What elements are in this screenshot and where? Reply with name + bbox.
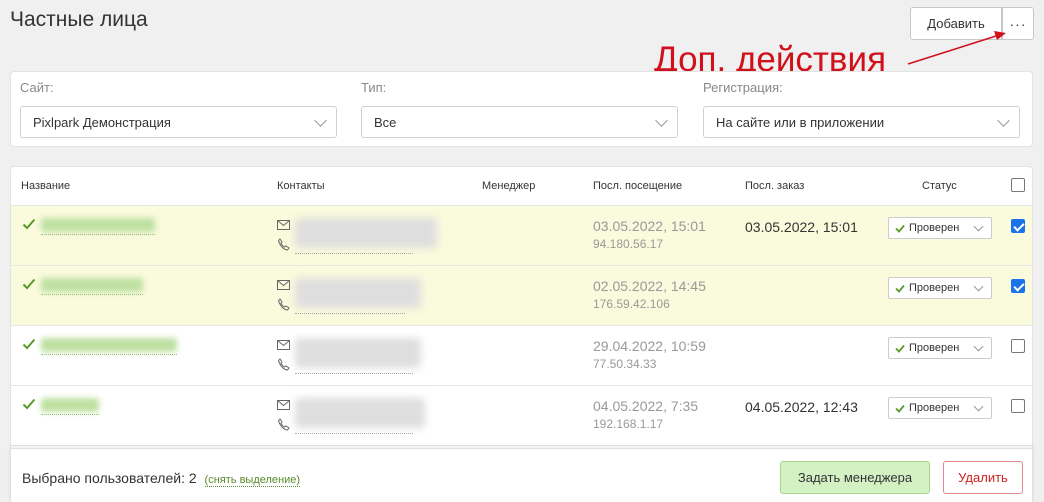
last-order: 04.05.2022, 12:43 xyxy=(745,399,858,415)
contacts-underline xyxy=(295,253,413,254)
row-checkbox[interactable] xyxy=(1011,399,1025,413)
more-actions-button[interactable]: ··· xyxy=(1002,7,1034,40)
user-name-link[interactable] xyxy=(41,398,99,412)
status-dropdown[interactable]: Проверен xyxy=(888,337,992,359)
selected-count-text: Выбрано пользователей: 2 xyxy=(22,470,197,486)
status-check-icon xyxy=(895,224,905,233)
selection-summary: Выбрано пользователей: 2 (снять выделени… xyxy=(22,470,301,487)
registration-filter: Регистрация: На сайте или в приложении xyxy=(703,80,1020,138)
visit-date: 02.05.2022, 14:45 xyxy=(593,278,706,294)
last-order: 03.05.2022, 15:01 xyxy=(745,219,858,235)
site-filter: Сайт: Pixlpark Демонстрация xyxy=(20,80,337,138)
verified-check-icon xyxy=(22,218,36,230)
assign-manager-button[interactable]: Задать менеджера xyxy=(780,461,930,494)
mail-icon xyxy=(277,340,290,350)
user-name-link[interactable] xyxy=(41,278,143,292)
row-checkbox[interactable] xyxy=(1011,339,1025,353)
column-last-visit[interactable]: Посл. посещение xyxy=(593,180,682,192)
phone-icon xyxy=(277,238,290,251)
contacts-link[interactable] xyxy=(295,398,425,428)
column-manager[interactable]: Менеджер xyxy=(482,180,535,192)
chevron-down-icon xyxy=(997,114,1010,127)
row-checkbox[interactable] xyxy=(1011,219,1025,233)
user-name-link[interactable] xyxy=(41,338,177,352)
mail-icon xyxy=(277,280,290,290)
selection-footer: Выбрано пользователей: 2 (снять выделени… xyxy=(10,448,1033,502)
visit-ip: 94.180.56.17 xyxy=(593,237,664,251)
site-select-value: Pixlpark Демонстрация xyxy=(33,114,171,130)
verified-check-icon xyxy=(22,278,36,290)
site-select[interactable]: Pixlpark Демонстрация xyxy=(20,106,337,138)
chevron-down-icon xyxy=(314,114,327,127)
status-label: Проверен xyxy=(909,402,960,414)
status-check-icon xyxy=(895,404,905,413)
registration-select[interactable]: На сайте или в приложении xyxy=(703,106,1020,138)
filters-panel: Сайт: Pixlpark Демонстрация Тип: Все Рег… xyxy=(10,71,1033,147)
last-visit: 03.05.2022, 15:01 94.180.56.17 xyxy=(593,218,706,251)
visit-date: 29.04.2022, 10:59 xyxy=(593,338,706,354)
type-select[interactable]: Все xyxy=(361,106,678,138)
last-visit: 02.05.2022, 14:45 176.59.42.106 xyxy=(593,278,706,311)
contacts-link[interactable] xyxy=(295,218,437,248)
table-row[interactable]: 02.05.2022, 14:45 176.59.42.106 Проверен xyxy=(11,266,1032,326)
status-check-icon xyxy=(895,284,905,293)
delete-button[interactable]: Удалить xyxy=(943,461,1023,494)
deselect-link[interactable]: (снять выделение) xyxy=(204,474,301,487)
contacts-underline xyxy=(295,313,405,314)
verified-check-icon xyxy=(22,338,36,350)
type-select-value: Все xyxy=(374,114,397,130)
table-row[interactable]: 03.05.2022, 15:01 94.180.56.17 03.05.202… xyxy=(11,206,1032,266)
user-name-link[interactable] xyxy=(41,218,155,232)
phone-icon xyxy=(277,358,290,371)
visit-date: 04.05.2022, 7:35 xyxy=(593,398,699,414)
column-last-order[interactable]: Посл. заказ xyxy=(745,180,804,192)
column-contacts: Контакты xyxy=(277,180,325,192)
status-dropdown[interactable]: Проверен xyxy=(888,397,992,419)
last-visit: 29.04.2022, 10:59 77.50.34.33 xyxy=(593,338,706,371)
contacts-link[interactable] xyxy=(295,338,421,368)
status-label: Проверен xyxy=(909,342,960,354)
registration-select-value: На сайте или в приложении xyxy=(716,114,885,130)
chevron-down-icon xyxy=(973,221,984,232)
select-all-checkbox[interactable] xyxy=(1011,178,1025,192)
chevron-down-icon xyxy=(655,114,668,127)
table-row[interactable]: 04.05.2022, 7:35 192.168.1.17 04.05.2022… xyxy=(11,386,1032,446)
column-name[interactable]: Название xyxy=(21,180,70,192)
visit-date: 03.05.2022, 15:01 xyxy=(593,218,706,234)
mail-icon xyxy=(277,400,290,410)
mail-icon xyxy=(277,220,290,230)
contacts-underline xyxy=(295,373,413,374)
chevron-down-icon xyxy=(973,341,984,352)
site-filter-label: Сайт: xyxy=(20,80,54,95)
user-name-underline xyxy=(41,414,99,415)
type-filter: Тип: Все xyxy=(361,80,678,138)
row-checkbox[interactable] xyxy=(1011,279,1025,293)
phone-icon xyxy=(277,418,290,431)
status-dropdown[interactable]: Проверен xyxy=(888,277,992,299)
visit-ip: 77.50.34.33 xyxy=(593,357,657,371)
chevron-down-icon xyxy=(973,401,984,412)
status-label: Проверен xyxy=(909,222,960,234)
user-name-underline xyxy=(41,294,143,295)
status-dropdown[interactable]: Проверен xyxy=(888,217,992,239)
user-name-underline xyxy=(41,234,155,235)
user-name-underline xyxy=(41,354,177,355)
verified-check-icon xyxy=(22,398,36,410)
last-visit: 04.05.2022, 7:35 192.168.1.17 xyxy=(593,398,698,431)
contacts-underline xyxy=(295,433,413,434)
visit-ip: 192.168.1.17 xyxy=(593,417,664,431)
status-check-icon xyxy=(895,344,905,353)
status-label: Проверен xyxy=(909,282,960,294)
registration-filter-label: Регистрация: xyxy=(703,80,783,95)
page-title: Частные лица xyxy=(10,8,148,31)
contacts-link[interactable] xyxy=(295,278,421,308)
visit-ip: 176.59.42.106 xyxy=(593,297,670,311)
phone-icon xyxy=(277,298,290,311)
table-header: Название Контакты Менеджер Посл. посещен… xyxy=(11,167,1032,206)
table-row[interactable]: 29.04.2022, 10:59 77.50.34.33 Проверен xyxy=(11,326,1032,386)
chevron-down-icon xyxy=(973,281,984,292)
column-status[interactable]: Статус xyxy=(922,180,957,192)
type-filter-label: Тип: xyxy=(361,80,387,95)
add-button[interactable]: Добавить xyxy=(910,7,1002,40)
